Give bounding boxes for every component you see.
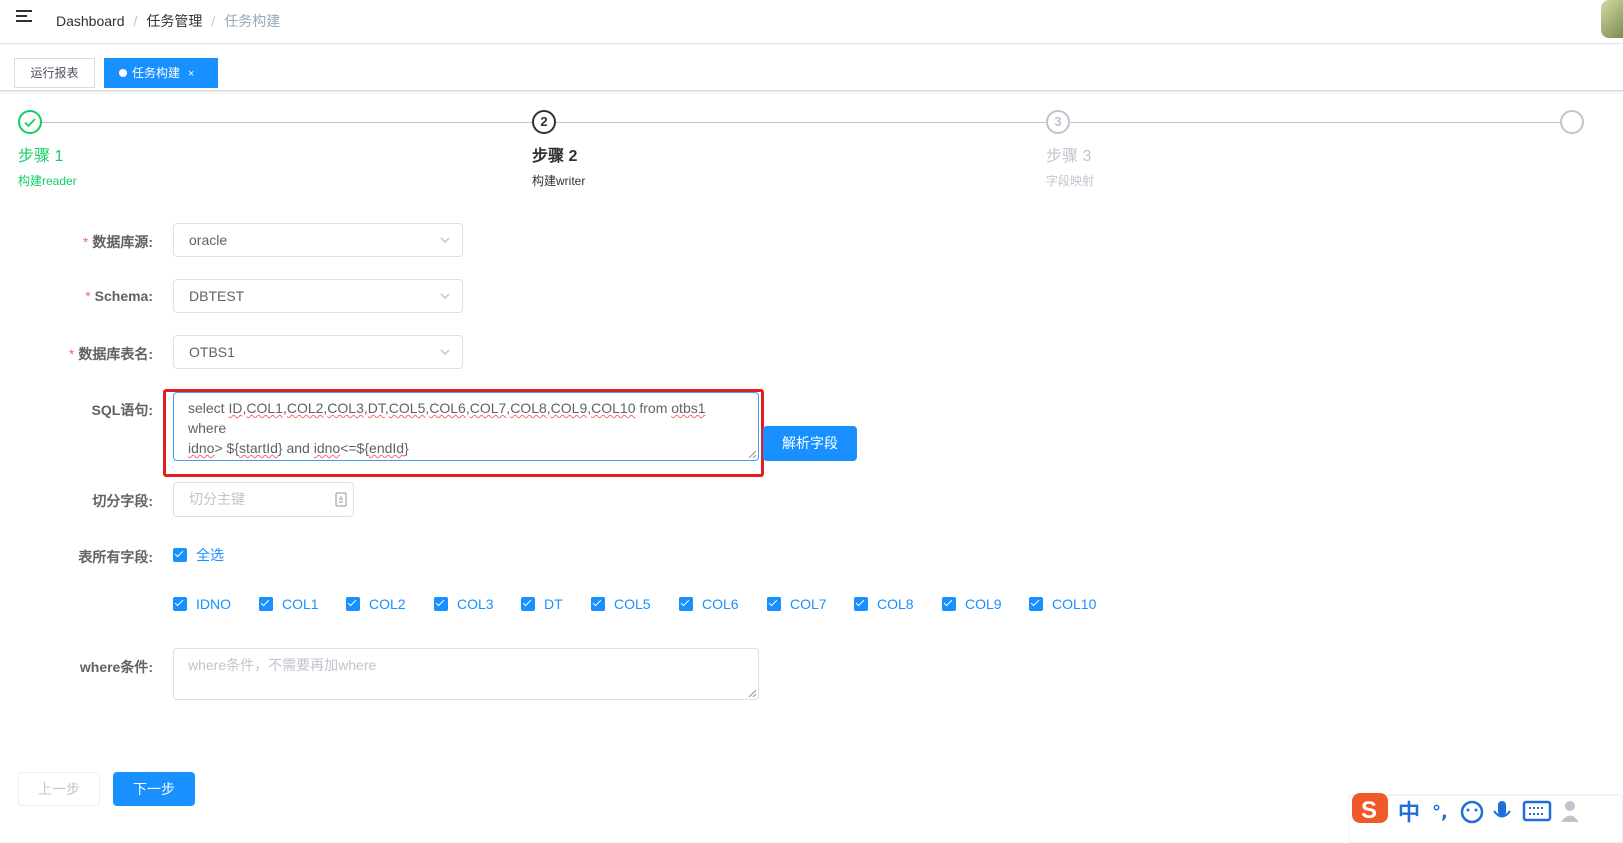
step-title: 步骤 3	[1046, 148, 1092, 165]
step-number: 2	[532, 110, 556, 134]
split-label: 切分字段:	[92, 493, 153, 509]
breadcrumb-task-build: 任务构建	[224, 13, 281, 29]
breadcrumb: Dashboard / 任务管理 / 任务构建	[56, 11, 280, 31]
chevron-down-icon	[440, 237, 450, 243]
column-checkbox[interactable]: DT	[521, 596, 563, 612]
column-checkbox[interactable]: COL6	[679, 596, 739, 612]
column-checkbox[interactable]: COL5	[591, 596, 651, 612]
navbar: Dashboard / 任务管理 / 任务构建	[0, 0, 1623, 44]
checkbox-checked-icon	[854, 597, 868, 611]
breadcrumb-task-management[interactable]: 任务管理	[146, 11, 202, 31]
breadcrumb-dashboard[interactable]: Dashboard	[56, 13, 125, 29]
column-checkbox[interactable]: COL9	[942, 596, 1002, 612]
active-dot-icon	[119, 69, 127, 77]
datasource-select[interactable]: oracle	[173, 223, 463, 257]
column-checkbox[interactable]: COL10	[1029, 596, 1096, 612]
schema-label: * Schema:	[85, 288, 153, 304]
step-3: 3 步骤 3 字段映射	[1046, 110, 1094, 189]
column-checkbox[interactable]: COL3	[434, 596, 494, 612]
avatar[interactable]	[1601, 0, 1623, 38]
split-key-placeholder: 切分主键	[189, 491, 245, 507]
where-label: where条件:	[79, 659, 153, 675]
schema-select[interactable]: DBTEST	[173, 279, 463, 313]
where-placeholder: where条件，不需要再加where	[188, 657, 377, 673]
checkbox-checked-icon	[679, 597, 693, 611]
sogou-logo-icon: S	[1352, 793, 1388, 824]
tag-run-report[interactable]: 运行报表	[14, 58, 95, 88]
tags-view: 运行报表 任务构建 ×	[0, 45, 1623, 91]
column-checkbox[interactable]: COL7	[767, 596, 827, 612]
column-checkbox[interactable]: COL8	[854, 596, 914, 612]
checkbox-checked-icon	[259, 597, 273, 611]
svg-text:S: S	[1361, 797, 1377, 824]
checkbox-checked-icon	[346, 597, 360, 611]
table-value: OTBS1	[189, 344, 235, 360]
step-number: 3	[1046, 110, 1070, 134]
checkbox-checked-icon	[1029, 597, 1043, 611]
datasource-value: oracle	[189, 232, 228, 248]
ime-toolbar[interactable]: S 中 °,	[1348, 792, 1623, 843]
prev-step-button[interactable]: 上一步	[18, 772, 100, 806]
schema-value: DBTEST	[189, 288, 245, 304]
tag-label: 运行报表	[30, 66, 79, 80]
step-1: 步骤 1 构建reader	[18, 110, 77, 189]
checkbox-checked-icon	[521, 597, 535, 611]
breadcrumb-separator: /	[133, 13, 138, 29]
step-line	[1070, 122, 1560, 123]
chevron-down-icon	[440, 293, 450, 299]
where-textarea[interactable]: where条件，不需要再加where	[173, 648, 759, 700]
checkbox-checked-icon	[173, 548, 187, 562]
column-checkbox[interactable]: COL1	[259, 596, 319, 612]
step-desc: 字段映射	[1046, 174, 1095, 188]
ime-punctuation-mode[interactable]: °,	[1432, 802, 1448, 823]
steps: 步骤 1 构建reader 2 步骤 2 构建writer 3 步骤 3 字段映…	[18, 110, 1623, 190]
step-title: 步骤 2	[532, 148, 578, 165]
all-fields-label: 表所有字段:	[78, 549, 153, 565]
column-checkbox[interactable]: COL2	[346, 596, 406, 612]
checkbox-checked-icon	[434, 597, 448, 611]
tag-label: 任务构建	[132, 66, 181, 80]
hamburger-menu-icon[interactable]	[16, 10, 32, 24]
table-select[interactable]: OTBS1	[173, 335, 463, 369]
breadcrumb-separator: /	[211, 13, 216, 29]
ime-chinese-mode[interactable]: 中	[1398, 801, 1420, 826]
checkbox-checked-icon	[942, 597, 956, 611]
datasource-label: * 数据库源:	[82, 234, 153, 250]
select-all-checkbox[interactable]: 全选	[173, 547, 224, 563]
close-icon[interactable]: ×	[188, 68, 194, 80]
list-icon	[335, 492, 347, 507]
checkbox-checked-icon	[767, 597, 781, 611]
next-step-button[interactable]: 下一步	[113, 772, 195, 806]
column-checkbox[interactable]: IDNO	[173, 596, 231, 612]
step-line	[556, 122, 1046, 123]
sql-label: SQL语句:	[91, 402, 153, 418]
resize-handle-icon[interactable]	[748, 689, 756, 697]
step-2: 2 步骤 2 构建writer	[532, 110, 585, 189]
step-title: 步骤 1	[18, 148, 64, 165]
checkbox-checked-icon	[591, 597, 605, 611]
table-label: * 数据库表名:	[68, 346, 153, 362]
check-icon	[18, 110, 42, 134]
step-desc: 构建reader	[18, 174, 77, 188]
chevron-down-icon	[440, 349, 450, 355]
step-4	[1560, 110, 1584, 134]
step-desc: 构建writer	[532, 174, 586, 188]
step-line	[42, 122, 532, 123]
step-number	[1560, 110, 1584, 134]
tag-task-build[interactable]: 任务构建 ×	[104, 58, 218, 88]
split-key-input[interactable]: 切分主键	[173, 482, 354, 517]
highlight-frame	[163, 389, 764, 477]
parse-fields-button[interactable]: 解析字段	[763, 426, 857, 461]
checkbox-checked-icon	[173, 597, 187, 611]
